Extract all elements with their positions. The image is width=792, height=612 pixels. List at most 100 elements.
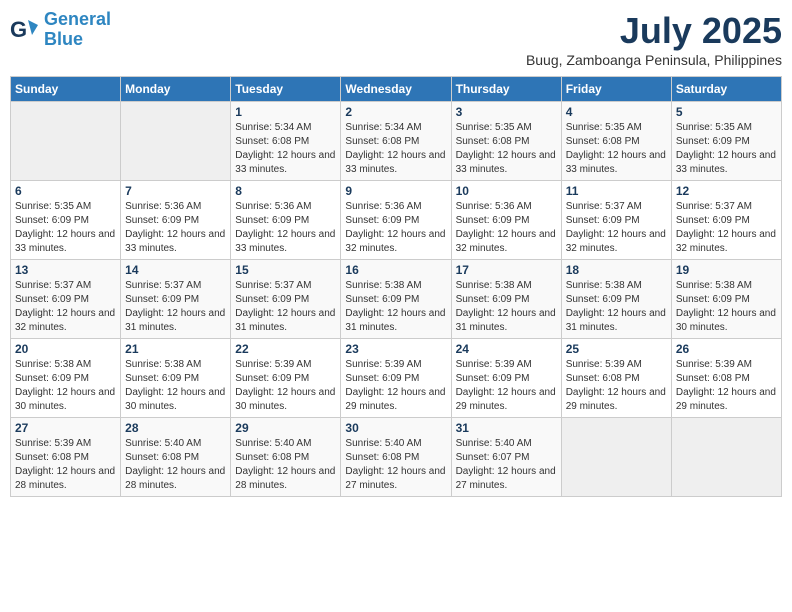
day-info: Sunrise: 5:38 AMSunset: 6:09 PMDaylight:… bbox=[456, 279, 557, 335]
day-number: 14 bbox=[125, 263, 226, 277]
day-info: Sunrise: 5:38 AMSunset: 6:09 PMDaylight:… bbox=[15, 358, 116, 414]
day-info: Sunrise: 5:38 AMSunset: 6:09 PMDaylight:… bbox=[345, 279, 446, 335]
calendar-cell: 17 Sunrise: 5:38 AMSunset: 6:09 PMDayligh… bbox=[451, 260, 561, 339]
day-number: 23 bbox=[345, 342, 446, 356]
day-number: 5 bbox=[676, 105, 777, 119]
logo-icon: G bbox=[10, 15, 40, 45]
day-info: Sunrise: 5:39 AMSunset: 6:08 PMDaylight:… bbox=[15, 437, 116, 493]
day-info: Sunrise: 5:38 AMSunset: 6:09 PMDaylight:… bbox=[676, 279, 777, 335]
day-info: Sunrise: 5:39 AMSunset: 6:08 PMDaylight:… bbox=[676, 358, 777, 414]
calendar-cell: 21 Sunrise: 5:38 AMSunset: 6:09 PMDayligh… bbox=[121, 339, 231, 418]
logo: G General Blue bbox=[10, 10, 111, 50]
day-header-friday: Friday bbox=[561, 77, 671, 102]
day-info: Sunrise: 5:35 AMSunset: 6:08 PMDaylight:… bbox=[456, 121, 557, 177]
calendar-cell: 11 Sunrise: 5:37 AMSunset: 6:09 PMDayligh… bbox=[561, 181, 671, 260]
day-info: Sunrise: 5:36 AMSunset: 6:09 PMDaylight:… bbox=[125, 200, 226, 256]
calendar-cell: 12Sunrise: 5:37 AMSunset: 6:09 PMDayligh… bbox=[671, 181, 781, 260]
day-info: Sunrise: 5:36 AMSunset: 6:09 PMDaylight:… bbox=[345, 200, 446, 256]
calendar-cell: 9Sunrise: 5:36 AMSunset: 6:09 PMDaylight… bbox=[341, 181, 451, 260]
calendar-week-5: 27 Sunrise: 5:39 AMSunset: 6:08 PMDayligh… bbox=[11, 418, 782, 497]
day-number: 10 bbox=[456, 184, 557, 198]
calendar-cell: 8 Sunrise: 5:36 AMSunset: 6:09 PMDaylight… bbox=[231, 181, 341, 260]
calendar-cell: 30Sunrise: 5:40 AMSunset: 6:08 PMDayligh… bbox=[341, 418, 451, 497]
calendar-cell bbox=[561, 418, 671, 497]
calendar-cell: 6Sunrise: 5:35 AMSunset: 6:09 PMDaylight… bbox=[11, 181, 121, 260]
calendar-cell: 5 Sunrise: 5:35 AMSunset: 6:09 PMDaylight… bbox=[671, 102, 781, 181]
calendar-cell: 23 Sunrise: 5:39 AMSunset: 6:09 PMDayligh… bbox=[341, 339, 451, 418]
day-number: 29 bbox=[235, 421, 336, 435]
day-info: Sunrise: 5:39 AMSunset: 6:09 PMDaylight:… bbox=[345, 358, 446, 414]
calendar-cell: 14Sunrise: 5:37 AMSunset: 6:09 PMDayligh… bbox=[121, 260, 231, 339]
calendar-header: SundayMondayTuesdayWednesdayThursdayFrid… bbox=[11, 77, 782, 102]
logo-line2: Blue bbox=[44, 29, 83, 49]
day-info: Sunrise: 5:35 AMSunset: 6:08 PMDaylight:… bbox=[566, 121, 667, 177]
calendar-cell: 28 Sunrise: 5:40 AMSunset: 6:08 PMDayligh… bbox=[121, 418, 231, 497]
month-title: July 2025 bbox=[526, 10, 782, 52]
calendar-cell: 1 Sunrise: 5:34 AMSunset: 6:08 PMDaylight… bbox=[231, 102, 341, 181]
day-number: 18 bbox=[566, 263, 667, 277]
day-info: Sunrise: 5:34 AMSunset: 6:08 PMDaylight:… bbox=[345, 121, 446, 177]
day-info: Sunrise: 5:34 AMSunset: 6:08 PMDaylight:… bbox=[235, 121, 336, 177]
day-info: Sunrise: 5:40 AMSunset: 6:08 PMDaylight:… bbox=[235, 437, 336, 493]
day-header-thursday: Thursday bbox=[451, 77, 561, 102]
day-number: 2 bbox=[345, 105, 446, 119]
calendar-week-3: 13 Sunrise: 5:37 AMSunset: 6:09 PMDayligh… bbox=[11, 260, 782, 339]
location: Buug, Zamboanga Peninsula, Philippines bbox=[526, 52, 782, 68]
day-header-sunday: Sunday bbox=[11, 77, 121, 102]
calendar-table: SundayMondayTuesdayWednesdayThursdayFrid… bbox=[10, 76, 782, 497]
calendar-cell: 22 Sunrise: 5:39 AMSunset: 6:09 PMDayligh… bbox=[231, 339, 341, 418]
day-info: Sunrise: 5:40 AMSunset: 6:08 PMDaylight:… bbox=[125, 437, 226, 493]
day-info: Sunrise: 5:39 AMSunset: 6:09 PMDaylight:… bbox=[235, 358, 336, 414]
day-number: 15 bbox=[235, 263, 336, 277]
calendar-cell: 29 Sunrise: 5:40 AMSunset: 6:08 PMDayligh… bbox=[231, 418, 341, 497]
day-number: 28 bbox=[125, 421, 226, 435]
calendar-cell bbox=[11, 102, 121, 181]
calendar-cell: 18Sunrise: 5:38 AMSunset: 6:09 PMDayligh… bbox=[561, 260, 671, 339]
logo-text: General Blue bbox=[44, 10, 111, 50]
calendar-cell: 7 Sunrise: 5:36 AMSunset: 6:09 PMDaylight… bbox=[121, 181, 231, 260]
day-number: 20 bbox=[15, 342, 116, 356]
day-number: 30 bbox=[345, 421, 446, 435]
day-number: 25 bbox=[566, 342, 667, 356]
day-number: 26 bbox=[676, 342, 777, 356]
day-number: 22 bbox=[235, 342, 336, 356]
day-number: 4 bbox=[566, 105, 667, 119]
day-number: 21 bbox=[125, 342, 226, 356]
calendar-cell: 25 Sunrise: 5:39 AMSunset: 6:08 PMDayligh… bbox=[561, 339, 671, 418]
day-number: 12 bbox=[676, 184, 777, 198]
day-number: 1 bbox=[235, 105, 336, 119]
calendar-cell: 10 Sunrise: 5:36 AMSunset: 6:09 PMDayligh… bbox=[451, 181, 561, 260]
calendar-cell: 2 Sunrise: 5:34 AMSunset: 6:08 PMDaylight… bbox=[341, 102, 451, 181]
day-number: 7 bbox=[125, 184, 226, 198]
day-info: Sunrise: 5:36 AMSunset: 6:09 PMDaylight:… bbox=[456, 200, 557, 256]
day-header-saturday: Saturday bbox=[671, 77, 781, 102]
calendar-cell: 13Sunrise: 5:37 AMSunset: 6:09 PMDayligh… bbox=[11, 260, 121, 339]
calendar-cell: 26 Sunrise: 5:39 AMSunset: 6:08 PMDayligh… bbox=[671, 339, 781, 418]
day-number: 19 bbox=[676, 263, 777, 277]
calendar-cell: 4 Sunrise: 5:35 AMSunset: 6:08 PMDaylight… bbox=[561, 102, 671, 181]
day-info: Sunrise: 5:40 AMSunset: 6:07 PMDaylight:… bbox=[456, 437, 557, 493]
day-number: 27 bbox=[15, 421, 116, 435]
day-number: 11 bbox=[566, 184, 667, 198]
day-number: 13 bbox=[15, 263, 116, 277]
day-info: Sunrise: 5:38 AMSunset: 6:09 PMDaylight:… bbox=[125, 358, 226, 414]
calendar-cell: 31Sunrise: 5:40 AMSunset: 6:07 PMDayligh… bbox=[451, 418, 561, 497]
day-header-wednesday: Wednesday bbox=[341, 77, 451, 102]
day-info: Sunrise: 5:39 AMSunset: 6:08 PMDaylight:… bbox=[566, 358, 667, 414]
day-number: 8 bbox=[235, 184, 336, 198]
day-number: 6 bbox=[15, 184, 116, 198]
calendar-cell: 24Sunrise: 5:39 AMSunset: 6:09 PMDayligh… bbox=[451, 339, 561, 418]
day-info: Sunrise: 5:36 AMSunset: 6:09 PMDaylight:… bbox=[235, 200, 336, 256]
calendar-cell: 27 Sunrise: 5:39 AMSunset: 6:08 PMDayligh… bbox=[11, 418, 121, 497]
day-info: Sunrise: 5:37 AMSunset: 6:09 PMDaylight:… bbox=[235, 279, 336, 335]
calendar-cell bbox=[121, 102, 231, 181]
day-info: Sunrise: 5:35 AMSunset: 6:09 PMDaylight:… bbox=[676, 121, 777, 177]
calendar-week-1: 1 Sunrise: 5:34 AMSunset: 6:08 PMDaylight… bbox=[11, 102, 782, 181]
day-header-monday: Monday bbox=[121, 77, 231, 102]
day-number: 17 bbox=[456, 263, 557, 277]
calendar-cell: 15 Sunrise: 5:37 AMSunset: 6:09 PMDayligh… bbox=[231, 260, 341, 339]
logo-line1: General bbox=[44, 9, 111, 29]
calendar-cell: 20 Sunrise: 5:38 AMSunset: 6:09 PMDayligh… bbox=[11, 339, 121, 418]
day-info: Sunrise: 5:37 AMSunset: 6:09 PMDaylight:… bbox=[566, 200, 667, 256]
day-number: 24 bbox=[456, 342, 557, 356]
